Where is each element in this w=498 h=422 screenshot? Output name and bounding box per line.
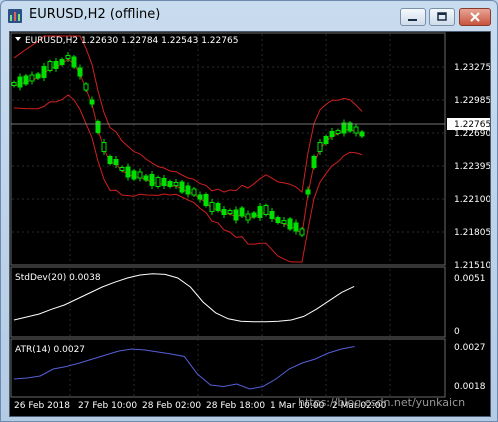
candle-body — [269, 211, 275, 219]
candle-body — [329, 131, 335, 137]
chart-window: EURUSD,H2 (offline) EURUSD,H2 1.22630 1.… — [0, 0, 498, 422]
candle-body — [131, 170, 137, 180]
candle-body — [311, 156, 317, 168]
candle-body — [83, 83, 89, 91]
candle-body — [287, 218, 293, 230]
candle-body — [251, 212, 257, 218]
candle-body — [359, 131, 365, 137]
candle-body — [221, 209, 227, 215]
stddev-scale-min: 0 — [454, 327, 460, 337]
candle-body — [29, 74, 35, 82]
current-price-label: 1.22765 — [454, 120, 490, 130]
upper-band — [13, 35, 363, 194]
candle-body — [77, 67, 83, 77]
candle-body — [317, 142, 323, 152]
watermark: https://blog.csdn.net/yunkaicn — [298, 396, 465, 409]
candle-body — [185, 185, 191, 195]
time-label: 26 Feb 2018 — [14, 401, 70, 411]
candle-body — [65, 55, 71, 59]
atr-scale-min: 0.0018 — [454, 382, 486, 392]
maximize-button[interactable] — [429, 8, 455, 26]
candle-body — [149, 174, 155, 186]
candle-body — [257, 206, 263, 218]
candle-body — [197, 194, 203, 200]
stddev-scale-max: 0.0051 — [454, 274, 486, 284]
chart-area[interactable]: EURUSD,H2 1.22630 1.22784 1.22543 1.2276… — [9, 31, 491, 417]
main-panel-header: EURUSD,H2 1.22630 1.22784 1.22543 1.2276… — [25, 36, 238, 46]
close-icon — [470, 12, 480, 22]
maximize-icon — [437, 12, 447, 21]
triangle-down-icon — [15, 37, 21, 41]
candle-body — [209, 202, 215, 212]
stddev-panel-header: StdDev(20) 0.0038 — [15, 273, 101, 283]
chart-app-icon — [8, 9, 22, 23]
candle-body — [263, 205, 269, 215]
candle-body — [23, 75, 29, 85]
candle-body — [155, 177, 161, 187]
price-scale: 1.23275 1.22985 1.22690 1.22395 1.22100 … — [447, 63, 491, 271]
candle-body — [17, 76, 23, 88]
window-title: EURUSD,H2 (offline) — [29, 7, 161, 22]
price-label: 1.22985 — [454, 96, 490, 106]
price-label: 1.22690 — [454, 129, 490, 139]
candle-body — [53, 61, 59, 69]
candle-body — [281, 220, 287, 224]
price-label: 1.22100 — [454, 195, 490, 205]
price-label: 1.21805 — [454, 228, 490, 238]
candle-body — [293, 222, 299, 232]
candle-body — [191, 188, 197, 196]
candle-body — [113, 159, 119, 165]
candle-body — [179, 181, 185, 193]
atr-scale-max: 0.0027 — [454, 343, 486, 353]
candle-body — [203, 194, 209, 206]
candle-body — [323, 136, 329, 144]
time-label: 28 Feb 18:00 — [206, 401, 265, 411]
candle-body — [119, 167, 125, 171]
minimize-button[interactable] — [400, 8, 426, 26]
minimize-icon — [408, 19, 417, 21]
price-label: 1.22395 — [454, 162, 490, 172]
candle-body — [239, 207, 245, 217]
candlesticks — [11, 52, 365, 237]
candle-body — [59, 59, 65, 65]
candle-body — [107, 156, 113, 164]
candle-body — [353, 126, 359, 134]
candle-body — [245, 213, 251, 221]
candle-body — [335, 130, 341, 134]
candle-body — [11, 82, 17, 86]
middle-band — [13, 58, 363, 235]
time-label: 28 Feb 02:00 — [142, 401, 201, 411]
atr-panel-header: ATR(14) 0.0027 — [15, 345, 85, 355]
candle-body — [305, 189, 311, 195]
candle-body — [161, 178, 167, 186]
price-chart[interactable]: EURUSD,H2 1.22630 1.22784 1.22543 1.2276… — [10, 32, 491, 416]
candle-body — [233, 209, 239, 221]
candle-body — [341, 122, 347, 134]
lower-band — [13, 94, 363, 263]
candle-body — [47, 61, 53, 71]
candle-body — [173, 182, 179, 186]
candle-body — [167, 181, 173, 187]
candle-body — [125, 166, 131, 178]
candle-body — [35, 73, 41, 79]
candle-body — [299, 228, 305, 236]
price-label: 1.21510 — [454, 261, 490, 271]
candle-body — [41, 66, 47, 78]
candle-body — [101, 142, 107, 152]
time-label: 27 Feb 10:00 — [78, 401, 137, 411]
bollinger-bands — [13, 35, 363, 263]
grid-lines — [12, 34, 444, 396]
candle-body — [227, 210, 233, 214]
candle-body — [275, 217, 281, 223]
close-button[interactable] — [459, 8, 491, 26]
price-label: 1.23275 — [454, 63, 490, 73]
candle-body — [95, 121, 101, 133]
candle-body — [143, 175, 149, 181]
title-bar[interactable]: EURUSD,H2 (offline) — [1, 1, 497, 31]
symbol-header: EURUSD,H2 1.22630 1.22784 1.22543 1.2276… — [15, 36, 238, 46]
candle-body — [89, 99, 95, 105]
candle-body — [137, 171, 143, 179]
candle-body — [215, 203, 221, 211]
candle-body — [71, 56, 77, 68]
